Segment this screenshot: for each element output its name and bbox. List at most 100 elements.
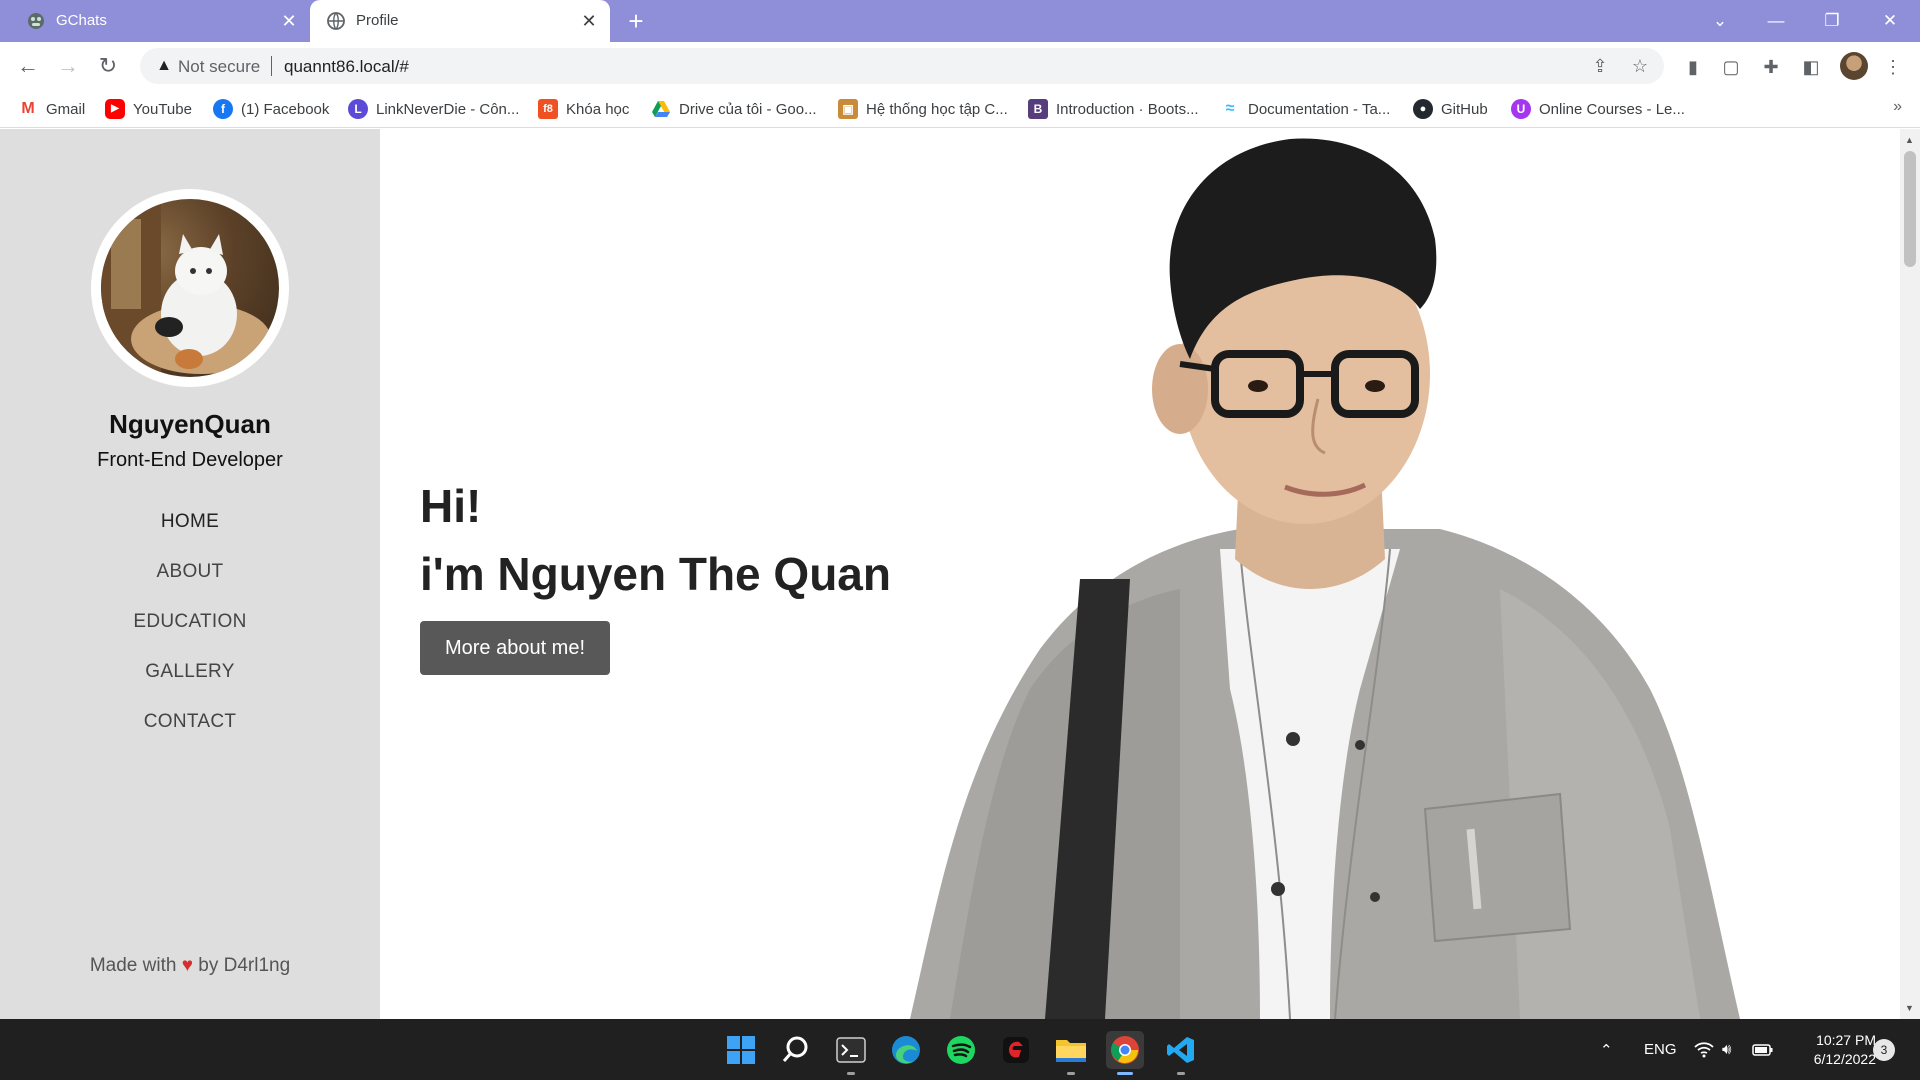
gmail-icon: M <box>18 99 38 119</box>
tab-search-icon[interactable]: ⌄ <box>1700 6 1740 36</box>
terminal-icon[interactable] <box>832 1031 870 1075</box>
back-icon[interactable]: ← <box>12 50 44 82</box>
tray-overflow-icon[interactable]: ⌃ <box>1600 1019 1613 1080</box>
bookmark-facebook[interactable]: f (1) Facebook <box>213 98 329 120</box>
battery-icon[interactable] <box>1752 1019 1774 1080</box>
extension-blank-icon[interactable]: ▢ <box>1718 54 1744 80</box>
garena-icon[interactable] <box>997 1031 1035 1069</box>
volume-icon[interactable]: 🔊︎ <box>1722 1019 1731 1080</box>
warning-icon[interactable]: ▲ <box>154 56 174 76</box>
portrait-photo <box>910 138 1740 1019</box>
tab-gchats[interactable]: GChats ✕ <box>10 0 310 42</box>
chrome-icon[interactable] <box>1106 1031 1144 1075</box>
extension-battery-icon[interactable]: ▮ <box>1680 54 1706 80</box>
avatar-ring <box>91 189 289 387</box>
bookmark-label: Gmail <box>46 100 86 118</box>
menu-kebab-icon[interactable]: ⋮ <box>1880 54 1906 80</box>
f8-icon: f8 <box>538 99 558 119</box>
scroll-down-icon[interactable]: ▼ <box>1905 1003 1914 1013</box>
tab-title: GChats <box>56 12 107 29</box>
spotify-icon[interactable] <box>942 1031 980 1069</box>
input-language[interactable]: ENG <box>1644 1019 1677 1080</box>
box-icon: ▣ <box>838 99 858 119</box>
reload-icon[interactable]: ↻ <box>92 50 124 82</box>
nav-about[interactable]: ABOUT <box>0 561 380 583</box>
sidebar: NguyenQuan Front-End Developer HOME ABOU… <box>0 129 380 1019</box>
url-text[interactable]: quannt86.local/# <box>284 57 409 77</box>
vscode-icon[interactable] <box>1162 1031 1200 1075</box>
cat-photo <box>101 199 271 377</box>
minimize-icon[interactable]: — <box>1756 6 1796 36</box>
bookmark-label: Hệ thống học tập C... <box>866 100 1008 118</box>
nav-education[interactable]: EDUCATION <box>0 611 380 633</box>
profile-avatar[interactable] <box>1840 52 1868 80</box>
running-indicator <box>1177 1072 1185 1075</box>
close-tab-icon[interactable]: ✕ <box>578 10 600 32</box>
bookmark-gmail[interactable]: M Gmail <box>18 98 85 120</box>
bookmark-github[interactable]: ● GitHub <box>1413 98 1488 120</box>
security-label[interactable]: Not secure <box>178 57 260 77</box>
footer-prefix: Made with <box>89 955 177 976</box>
udemy-icon: U <box>1511 99 1531 119</box>
facebook-icon: f <box>213 99 233 119</box>
bookmark-label: GitHub <box>1441 100 1488 118</box>
file-explorer-icon[interactable] <box>1052 1031 1090 1075</box>
bookmark-label: Drive của tôi - Goo... <box>679 100 817 118</box>
active-indicator <box>1117 1072 1133 1075</box>
running-indicator <box>1067 1072 1075 1075</box>
bookmark-label: YouTube <box>133 100 192 118</box>
browser-tab-strip: GChats ✕ Profile ✕ + ⌄ — ❐ ✕ <box>0 0 1920 42</box>
search-icon[interactable] <box>777 1031 815 1069</box>
bookmark-linkneverdie[interactable]: L LinkNeverDie - Côn... <box>348 98 519 120</box>
github-icon: ● <box>1413 99 1433 119</box>
start-windows-icon[interactable] <box>722 1031 760 1069</box>
nav-contact[interactable]: CONTACT <box>0 711 380 733</box>
system-clock[interactable]: 10:27 PM 6/12/2022 <box>1780 1031 1876 1069</box>
gchats-favicon-icon <box>28 13 44 29</box>
forward-icon[interactable]: → <box>52 50 84 82</box>
bookmark-label: Khóa học <box>566 100 630 118</box>
bookmark-bootstrap[interactable]: B Introduction · Boots... <box>1028 98 1199 120</box>
clock-time: 10:27 PM <box>1816 1032 1876 1048</box>
more-bookmarks-icon[interactable]: » <box>1893 98 1902 116</box>
close-tab-icon[interactable]: ✕ <box>278 10 300 32</box>
new-tab-button[interactable]: + <box>622 8 650 36</box>
bookmark-label: (1) Facebook <box>241 100 330 118</box>
bookmark-khoa-hoc[interactable]: f8 Khóa học <box>538 98 629 120</box>
windows-taskbar: ⌃ ENG 🔊︎ 10:27 PM 6/12/2022 3 <box>0 1019 1920 1080</box>
tailwind-icon: ≈ <box>1225 100 1235 117</box>
nav-gallery[interactable]: GALLERY <box>0 661 380 683</box>
bookmark-label: Introduction · Boots... <box>1056 100 1199 118</box>
browser-toolbar: ← → ↻ ▲ Not secure quannt86.local/# ⇪ ☆ … <box>0 42 1920 90</box>
address-bar[interactable]: ▲ Not secure quannt86.local/# ⇪ ☆ <box>140 48 1664 84</box>
restore-icon[interactable]: ❐ <box>1812 6 1852 36</box>
extensions-puzzle-icon[interactable]: ✚ <box>1758 54 1784 80</box>
bookmark-udemy[interactable]: U Online Courses - Le... <box>1511 98 1685 120</box>
more-about-me-button[interactable]: More about me! <box>420 621 610 675</box>
bookmark-star-icon[interactable]: ☆ <box>1628 54 1652 78</box>
bookmark-tailwind[interactable]: ≈ Documentation - Ta... <box>1220 98 1391 120</box>
bookmark-label: LinkNeverDie - Côn... <box>376 100 520 118</box>
footer-suffix: by D4rl1ng <box>198 955 291 976</box>
bookmark-google-drive[interactable]: Drive của tôi - Goo... <box>651 98 817 120</box>
scroll-up-icon[interactable]: ▲ <box>1905 135 1914 145</box>
side-panel-icon[interactable]: ◧ <box>1798 54 1824 80</box>
footer-credit: Made with ♥ by D4rl1ng <box>0 955 380 977</box>
bookmark-he-thong[interactable]: ▣ Hệ thống học tập C... <box>838 98 1008 120</box>
hero-intro: i'm Nguyen The Quan <box>420 548 891 600</box>
wifi-icon[interactable] <box>1694 1019 1714 1080</box>
scroll-thumb[interactable] <box>1904 151 1916 267</box>
bookmark-youtube[interactable]: ▶ YouTube <box>105 98 192 120</box>
avatar <box>101 199 279 377</box>
bootstrap-icon: B <box>1028 99 1048 119</box>
tab-profile[interactable]: Profile ✕ <box>310 0 610 42</box>
globe-icon <box>327 12 345 30</box>
hero-greeting: Hi! <box>420 480 482 532</box>
page-scrollbar[interactable]: ▲ ▼ <box>1900 129 1920 1019</box>
edge-icon[interactable] <box>887 1031 925 1069</box>
notification-badge[interactable]: 3 <box>1873 1039 1895 1061</box>
nav-home[interactable]: HOME <box>0 511 380 533</box>
share-icon[interactable]: ⇪ <box>1588 54 1612 78</box>
profile-role: Front-End Developer <box>97 449 283 471</box>
close-window-icon[interactable]: ✕ <box>1870 6 1910 36</box>
